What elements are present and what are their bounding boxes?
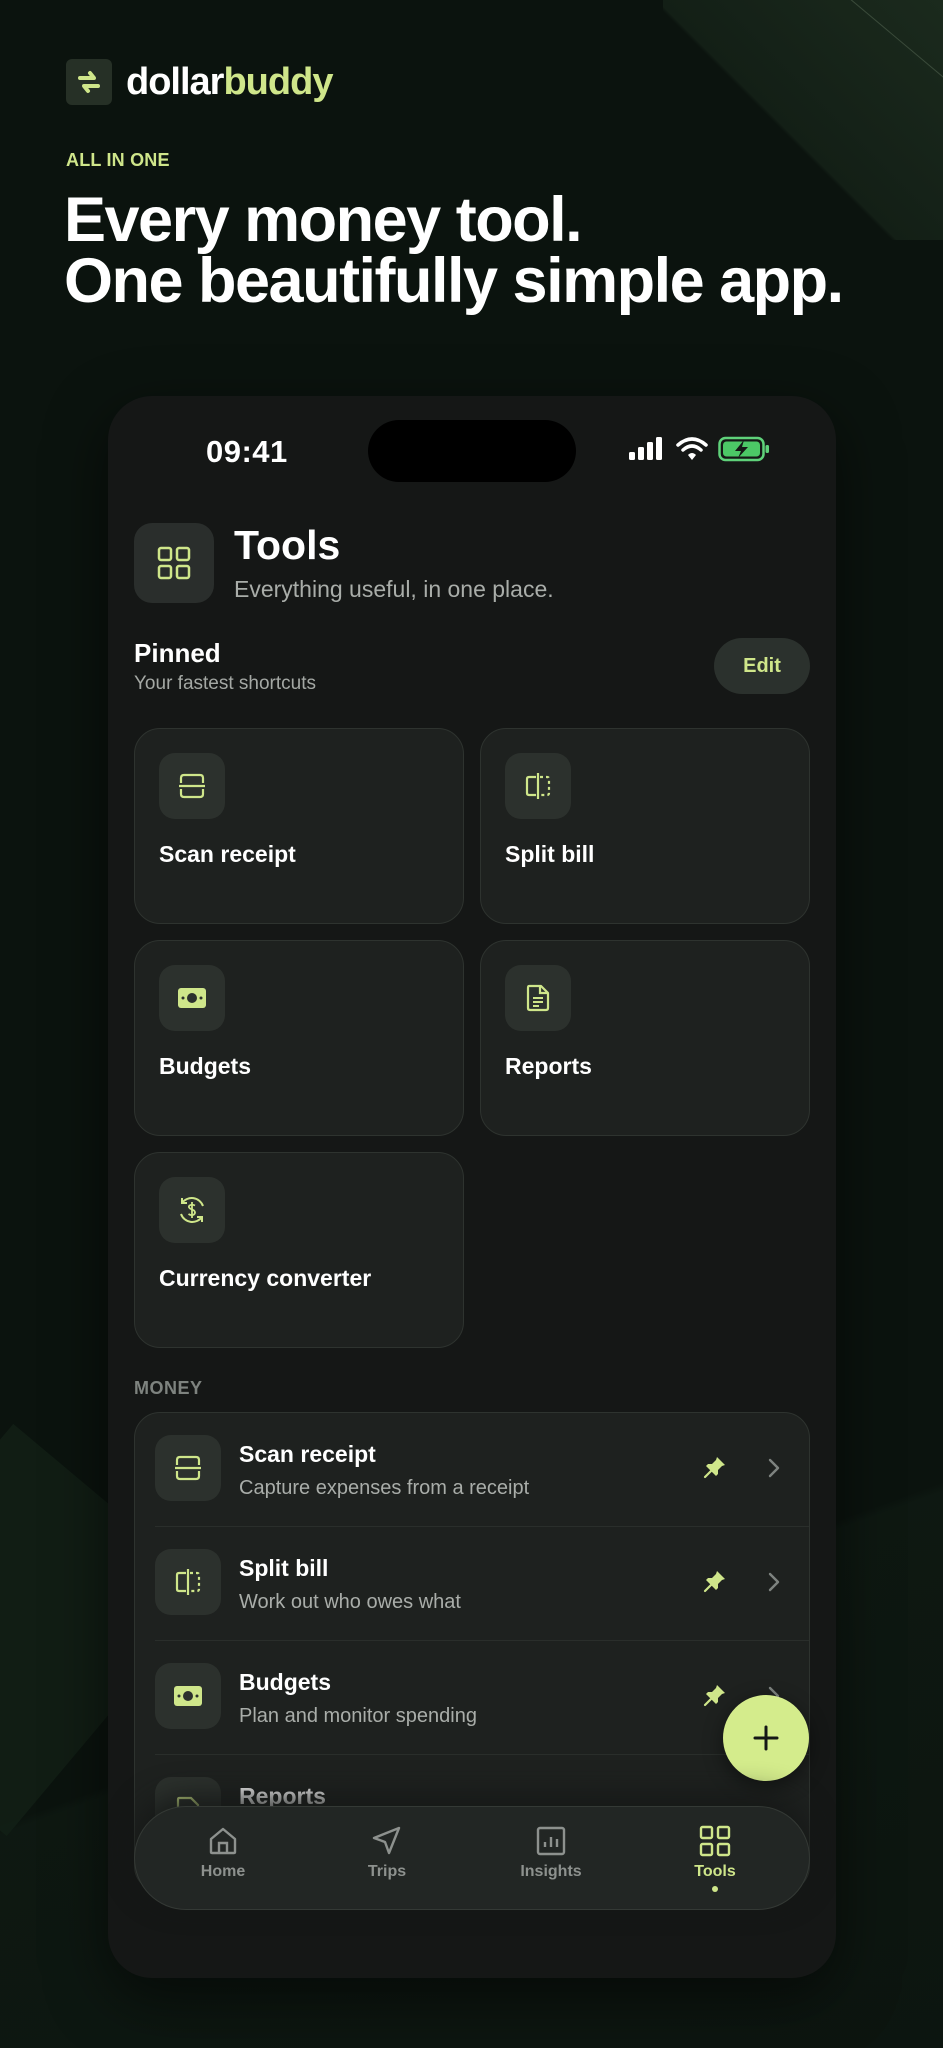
headline: Every money tool. One beautifully simple…: [64, 185, 844, 316]
edit-button[interactable]: Edit: [714, 638, 810, 694]
list-item-subtitle: Work out who owes what: [239, 1591, 461, 1613]
headline-line-2: One beautifully simple app.: [64, 246, 844, 316]
list-item-scan-receipt[interactable]: Scan receipt Capture expenses from a rec…: [135, 1413, 809, 1527]
plus-icon: [753, 1725, 779, 1751]
eyebrow: ALL IN ONE: [66, 150, 170, 170]
tab-label: Tools: [694, 1863, 736, 1880]
home-icon: [209, 1827, 237, 1855]
list-item-subtitle: Plan and monitor spending: [239, 1705, 477, 1727]
page-title: Tools: [234, 522, 341, 568]
banknote-icon: [159, 965, 225, 1031]
status-icons: [628, 436, 770, 462]
battery-charging-icon: [718, 436, 769, 462]
pinned-card-split-bill[interactable]: Split bill: [480, 728, 810, 924]
brand: dollarbuddy: [66, 59, 333, 105]
pinned-card-budgets[interactable]: Budgets: [134, 940, 464, 1136]
pinned-card-label: Split bill: [505, 841, 595, 867]
pinned-card-label: Currency converter: [159, 1265, 372, 1291]
chevron-right-icon: [768, 1572, 780, 1592]
list-item-title: Scan receipt: [239, 1441, 376, 1467]
tab-tools[interactable]: Tools: [655, 1825, 775, 1892]
phone-mockup: 09:41 Tools Everything useful, in one pl…: [108, 396, 836, 1978]
split-icon: [155, 1549, 221, 1615]
pinned-card-label: Budgets: [159, 1053, 251, 1079]
chevron-right-icon: [768, 1458, 780, 1478]
navigation-icon: [372, 1826, 401, 1855]
tab-label: Home: [200, 1863, 246, 1880]
add-button[interactable]: [723, 1695, 809, 1781]
tools-header: Tools Everything useful, in one place.: [134, 522, 554, 603]
pin-icon[interactable]: [703, 1569, 727, 1593]
pinned-subtitle: Your fastest shortcuts: [134, 673, 317, 694]
list-item-split-bill[interactable]: Split bill Work out who owes what: [135, 1527, 809, 1641]
arrows-swap-icon: [66, 59, 112, 105]
document-icon: [505, 965, 571, 1031]
pinned-card-scan-receipt[interactable]: Scan receipt: [134, 728, 464, 924]
pinned-card-label: Scan receipt: [159, 841, 296, 867]
status-time: 09:41: [206, 434, 288, 469]
pinned-card-currency-converter[interactable]: Currency converter: [134, 1152, 464, 1348]
wifi-icon: [676, 437, 708, 460]
tab-home[interactable]: Home: [163, 1825, 283, 1881]
pin-icon[interactable]: [703, 1683, 727, 1707]
tab-trips[interactable]: Trips: [327, 1825, 447, 1881]
page-subtitle: Everything useful, in one place.: [234, 576, 554, 602]
receipt-scan-icon: [159, 753, 225, 819]
banknote-icon: [155, 1663, 221, 1729]
section-label-money: MONEY: [134, 1378, 203, 1398]
tab-insights[interactable]: Insights: [491, 1825, 611, 1881]
list-item-subtitle: Capture expenses from a receipt: [239, 1477, 530, 1499]
headline-line-1: Every money tool.: [64, 185, 583, 255]
pin-icon[interactable]: [703, 1455, 727, 1479]
active-tab-indicator: [712, 1886, 718, 1892]
dynamic-island: [368, 420, 576, 482]
grid-icon: [134, 522, 214, 603]
split-icon: [505, 753, 571, 819]
signal-icon: [629, 437, 662, 460]
pinned-title: Pinned: [134, 638, 221, 668]
tab-label: Trips: [367, 1863, 407, 1880]
pinned-card-label: Reports: [505, 1053, 592, 1079]
currency-exchange-icon: [159, 1177, 225, 1243]
list-item-title: Split bill: [239, 1555, 329, 1581]
chart-icon: [536, 1826, 566, 1856]
tab-bar: Home Trips Insights Tools: [134, 1806, 810, 1910]
list-item-budgets[interactable]: Budgets Plan and monitor spending: [135, 1641, 809, 1755]
receipt-scan-icon: [155, 1435, 221, 1501]
grid-icon: [699, 1825, 731, 1857]
list-item-title: Budgets: [239, 1669, 331, 1695]
brand-name: dollarbuddy: [126, 60, 333, 103]
pinned-card-reports[interactable]: Reports: [480, 940, 810, 1136]
tab-label: Insights: [520, 1863, 582, 1880]
